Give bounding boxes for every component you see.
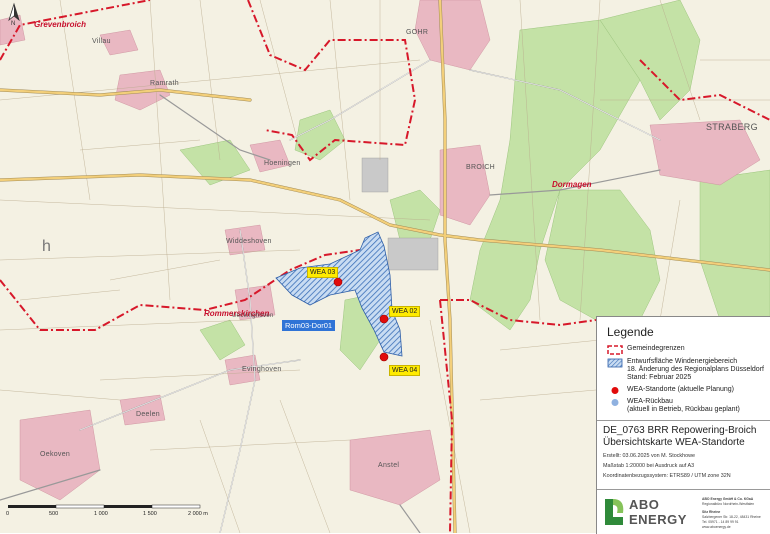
company-addr2: Salzbergener Str. 18-22, 48431 Rheine (702, 515, 761, 519)
legend-title: Legende (607, 325, 654, 339)
label-widdeshoven: Widdeshoven (226, 238, 272, 245)
label-broich: BROICH (466, 164, 496, 171)
turbine-wea03-label[interactable]: WEA 03 (307, 267, 339, 278)
turbine-wea02-marker[interactable] (379, 314, 389, 324)
logo-line2: ENERGY (629, 512, 687, 527)
label-oekoven: Oekoven (40, 451, 71, 458)
project-created: Erstellt: 03.06.2025 von M. Stockhowe (603, 453, 695, 459)
label-ueckinghoven: Ueckinghoven (232, 313, 274, 319)
logo-line1: ABO (629, 497, 660, 512)
area-tag[interactable]: Rom03-Dor01 (282, 320, 336, 331)
scale-tick-500: 500 (49, 511, 59, 517)
label-grevenbroich: Grevenbroich (34, 20, 87, 29)
company-phone: Tel. 05971 - 14 89 99 91 (702, 520, 739, 524)
project-title: DE_0763 BRR Repowering-Broich Übersichts… (603, 425, 756, 449)
label-villau: Villau (92, 38, 111, 45)
label-gohr: GOHR (406, 29, 429, 36)
scale-tick-1000: 1 000 (94, 511, 108, 517)
project-scale: Maßstab 1:20000 bei Ausdruck auf A3 (603, 463, 695, 469)
planned-turbine-icon (611, 387, 619, 394)
turbine-wea04-label[interactable]: WEA 04 (389, 365, 421, 376)
label-hoeningen: Hoeningen (264, 160, 301, 167)
north-label: N (11, 21, 16, 27)
company-addr1: Sitz Rheine (702, 510, 721, 514)
abo-logo-icon (605, 499, 624, 525)
removal-turbine-icon (611, 399, 619, 406)
hatched-area-symbol-icon (607, 358, 623, 368)
label-deelen: Deelen (136, 411, 160, 418)
boundary-symbol-icon (607, 345, 623, 355)
label-anstel: Anstel (378, 462, 400, 469)
scale-tick-2000: 2 000 m (188, 511, 208, 517)
legend-divider (597, 420, 770, 421)
turbine-wea04-marker[interactable] (379, 352, 389, 362)
label-dormagen: Dormagen (552, 180, 592, 189)
project-crs: Koordinatenbezugssystem: ETRS89 / UTM zo… (603, 473, 731, 479)
label-straberg: STRABERG (706, 122, 758, 132)
label-ramrath: Ramrath (150, 80, 179, 87)
project-title-line2: Übersichtskarte WEA-Standorte (603, 437, 745, 448)
label-evinghoven: Evinghoven (242, 366, 282, 373)
turbine-wea03-marker[interactable] (333, 277, 343, 287)
abo-energy-logo: ABO ENERGY (601, 495, 691, 531)
scale-bar (8, 504, 201, 509)
scale-tick-1500: 1 500 (143, 511, 157, 517)
turbine-wea02-label[interactable]: WEA 02 (389, 306, 421, 317)
company-sub: Regionalbüro Nordrhein-Westfalen (702, 502, 755, 506)
legend-panel: Legende Gemeindegrenzen Entwurfsfläche W… (596, 316, 770, 534)
company-name: ABO Energy GmbH & Co. KGaA (702, 497, 754, 501)
scale-tick-0: 0 (6, 511, 10, 517)
legend-divider-2 (597, 489, 770, 490)
label-h: h (42, 238, 52, 255)
project-title-line1: DE_0763 BRR Repowering-Broich (603, 425, 757, 436)
company-web: www.aboenergy.de (702, 525, 731, 529)
